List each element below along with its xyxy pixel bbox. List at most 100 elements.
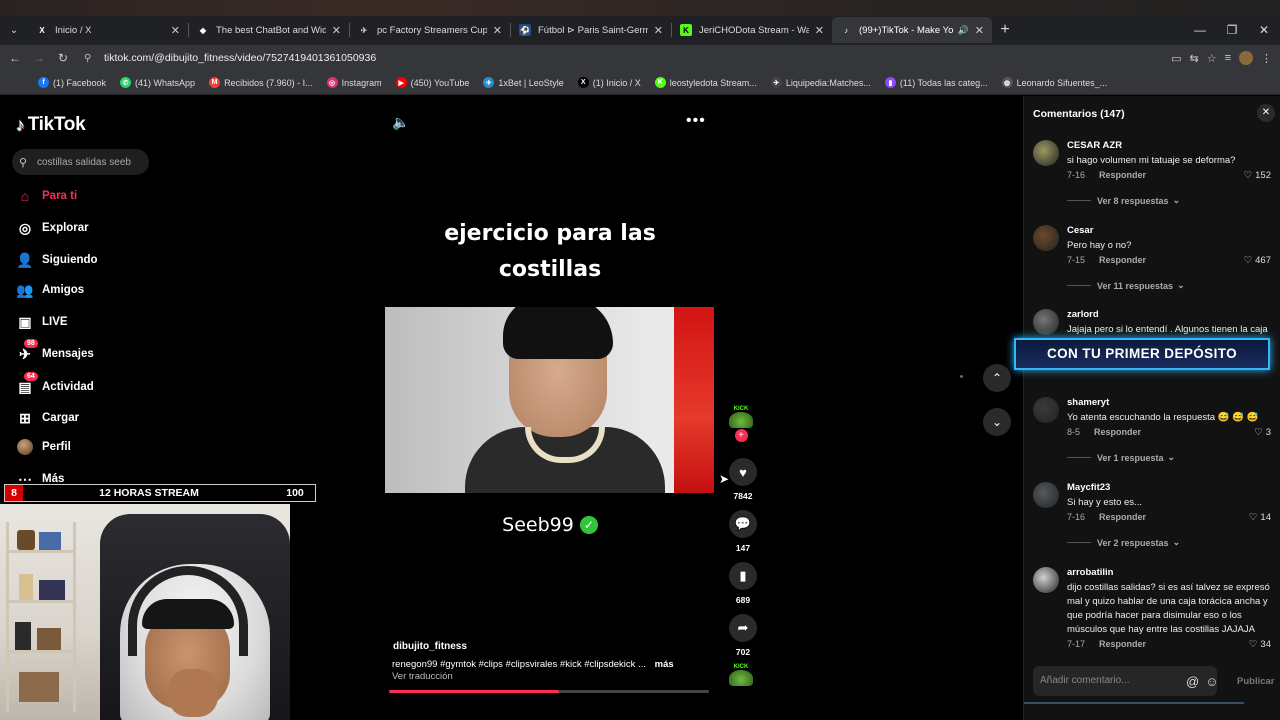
commenter-avatar[interactable]	[1033, 397, 1059, 423]
comment-username[interactable]: Cesar	[1067, 225, 1093, 236]
comment-text: si hago volumen mi tatuaje se deforma?	[1067, 155, 1236, 166]
bookmark-item[interactable]: ◍ Leonardo Sifuentes_...	[1001, 77, 1107, 88]
comment-username[interactable]: arrobatilin	[1067, 567, 1113, 578]
window-top-strip	[0, 0, 1280, 16]
view-replies-button[interactable]: Ver 11 respuestas ⌄	[1067, 280, 1185, 291]
commenter-avatar[interactable]	[1033, 482, 1059, 508]
hashtag-text[interactable]: renegon99 #gymtok #clips #clipsvirales #…	[392, 659, 646, 670]
close-tab-icon[interactable]: ✕	[975, 24, 984, 37]
menu-icon[interactable]: ⋮	[1261, 52, 1272, 65]
search-input[interactable]: ⚲ costillas salidas seeb	[12, 149, 149, 175]
share-button[interactable]: ➦ 702	[726, 614, 760, 657]
site-info-icon[interactable]: ⚲	[84, 53, 98, 64]
tab-kick-jericho[interactable]: K JeriCHODota Stream - Watch L ✕	[672, 17, 832, 43]
comment-like-button[interactable]: ♡ 14	[1249, 512, 1271, 523]
sidebar-item-para-ti[interactable]: ⌂ Para ti	[16, 187, 77, 205]
video-progress-bar[interactable]	[389, 690, 709, 693]
close-window-icon[interactable]: ✕	[1248, 17, 1280, 43]
extensions-icon[interactable]: ≡	[1225, 52, 1231, 64]
tab-futbol-psg[interactable]: ⚽ Fútbol ⊳ Paris Saint-Germain - ✕	[511, 17, 671, 43]
comment-like-button[interactable]: ♡ 34	[1249, 639, 1271, 650]
tab-tiktok[interactable]: ♪ (99+)TikTok - Make Your Da 🔊 ✕	[832, 17, 992, 43]
tiktok-logo[interactable]: ♪ TikTok	[16, 114, 86, 136]
translate-icon[interactable]: ⇆	[1189, 52, 1198, 65]
more-link[interactable]: más	[655, 659, 674, 670]
emoji-icon[interactable]: ☺	[1205, 674, 1218, 689]
save-button[interactable]: ▮ 689	[726, 562, 760, 605]
comment-username[interactable]: shameryt	[1067, 397, 1109, 408]
comment-username[interactable]: CESAR AZR	[1067, 140, 1122, 151]
like-button[interactable]: ♥ 7842	[726, 458, 760, 501]
comment-username[interactable]: Maycfit23	[1067, 482, 1110, 493]
bookmark-item[interactable]: ◎ Instagram	[326, 77, 382, 88]
restore-icon[interactable]: ❐	[1216, 17, 1248, 43]
reply-button[interactable]: Responder	[1099, 512, 1146, 522]
video-author[interactable]: dibujito_fitness	[393, 641, 467, 652]
bookmark-item[interactable]: M Recibidos (7.960) - I...	[209, 77, 313, 88]
close-tab-icon[interactable]: ✕	[815, 24, 824, 37]
bookmark-item[interactable]: ✈ Liquipedia:Matches...	[770, 77, 871, 88]
bookmark-item[interactable]: ▶ (450) YouTube	[395, 77, 469, 88]
volume-icon[interactable]: 🔈	[392, 114, 409, 131]
previous-video-button[interactable]: ⌃	[983, 364, 1011, 392]
bookmark-star-icon[interactable]: ☆	[1207, 52, 1217, 65]
minimize-icon[interactable]: —	[1184, 17, 1216, 43]
url-field[interactable]: ⚲ tiktok.com/@dibujito_fitness/video/752…	[84, 47, 1124, 69]
commenter-avatar[interactable]	[1033, 225, 1059, 251]
reply-button[interactable]: Responder	[1099, 639, 1146, 649]
bookmark-item[interactable]: ✈ 1xBet | LeoStyle	[483, 77, 564, 88]
bookmark-item[interactable]: X (1) Inicio / X	[577, 77, 641, 88]
sidebar-item-actividad[interactable]: ▤ 64 Actividad	[16, 372, 94, 396]
creator-avatar[interactable]: KICK +	[727, 406, 755, 442]
commenter-avatar[interactable]	[1033, 567, 1059, 593]
speaker-icon[interactable]: 🔊	[958, 25, 969, 36]
close-tab-icon[interactable]: ✕	[654, 24, 663, 37]
close-tab-icon[interactable]: ✕	[332, 24, 341, 37]
cast-icon[interactable]: ▭	[1171, 52, 1181, 65]
comment-like-button[interactable]: ♡ 467	[1244, 255, 1271, 266]
reply-button[interactable]: Responder	[1099, 170, 1146, 180]
follow-plus-icon[interactable]: +	[734, 429, 748, 442]
publish-button[interactable]: Publicar	[1237, 676, 1275, 687]
comment-like-button[interactable]: ♡ 152	[1244, 170, 1271, 181]
view-replies-button[interactable]: Ver 8 respuestas ⌄	[1067, 195, 1180, 206]
view-replies-button[interactable]: Ver 2 respuestas ⌄	[1067, 537, 1180, 548]
close-comments-icon[interactable]: ✕	[1257, 104, 1275, 122]
sidebar-item-mensajes[interactable]: ✈ 98 Mensajes	[16, 339, 94, 363]
comment-button[interactable]: 💬 147	[726, 510, 760, 553]
translate-link[interactable]: Ver traducción	[392, 671, 453, 682]
commenter-avatar[interactable]	[1033, 140, 1059, 166]
sound-avatar[interactable]: KICK	[727, 664, 755, 686]
reply-button[interactable]: Responder	[1094, 427, 1141, 437]
sidebar-item-live[interactable]: ▣ LIVE	[16, 313, 67, 331]
view-replies-button[interactable]: Ver 1 respuesta ⌄	[1067, 452, 1175, 463]
bookmark-item[interactable]: f (1) Facebook	[38, 77, 106, 88]
reload-icon[interactable]: ↻	[51, 51, 75, 65]
comment-username[interactable]: zarlord	[1067, 309, 1099, 320]
close-tab-icon[interactable]: ✕	[493, 24, 502, 37]
sidebar-item-amigos[interactable]: 👥 Amigos	[16, 281, 84, 299]
back-icon[interactable]: ←	[3, 51, 27, 65]
video-frame[interactable]	[385, 307, 714, 493]
new-tab-button[interactable]: +	[992, 21, 1018, 39]
close-tab-icon[interactable]: ✕	[171, 24, 180, 37]
sidebar-item-siguiendo[interactable]: 👤 Siguiendo	[16, 251, 97, 269]
sidebar-item-cargar[interactable]: ⊞ Cargar	[16, 409, 79, 427]
bookmark-item[interactable]: Kleostyledota Stream...	[654, 77, 757, 88]
comment-like-button[interactable]: ♡ 3	[1254, 427, 1271, 438]
mention-icon[interactable]: @	[1186, 674, 1199, 689]
bookmark-item[interactable]: ✆ (41) WhatsApp	[120, 77, 195, 88]
sidebar-item-explorar[interactable]: ◎ Explorar	[16, 219, 89, 237]
reply-button[interactable]: Responder	[1099, 255, 1146, 265]
next-video-button[interactable]: ⌄	[983, 408, 1011, 436]
sidebar-item-perfil[interactable]: Perfil	[16, 438, 71, 456]
tab-chatbot[interactable]: ◆ The best ChatBot and Widgets ✕	[189, 17, 349, 43]
tab-liquipedia[interactable]: ✈ pc Factory Streamers Cup - Liq ✕	[350, 17, 510, 43]
more-options-icon[interactable]: •••	[686, 112, 706, 130]
tab-x-inicio[interactable]: X Inicio / X ✕	[28, 17, 188, 43]
commenter-avatar[interactable]	[1033, 309, 1059, 335]
tab-search-dropdown-icon[interactable]: ⌄	[0, 17, 28, 43]
bookmark-item[interactable]: ▮ (11) Todas las categ...	[884, 77, 988, 88]
forward-icon[interactable]: →	[27, 51, 51, 65]
profile-avatar[interactable]	[1239, 51, 1253, 65]
